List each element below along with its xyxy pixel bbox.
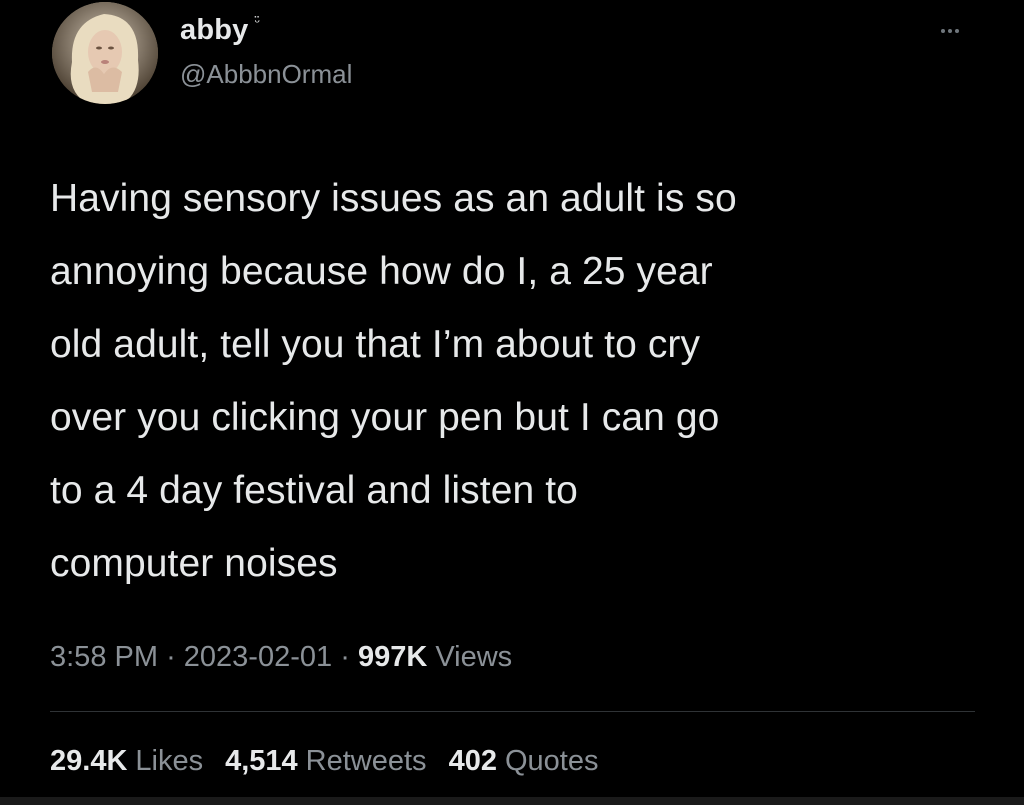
more-dot — [955, 29, 959, 33]
quotes-count: 402 — [448, 745, 497, 777]
meta-separator: · — [340, 641, 350, 673]
divider — [50, 711, 975, 712]
retweets-count: 4,514 — [225, 745, 298, 777]
retweets-stat[interactable]: 4,514 Retweets — [225, 741, 426, 781]
likes-count: 29.4K — [50, 745, 128, 777]
quotes-label: Quotes — [504, 745, 599, 777]
more-dot — [948, 29, 952, 33]
display-name-row: abby ᵕ̈ — [180, 10, 352, 50]
tweet-time[interactable]: 3:58 PM — [50, 641, 158, 673]
tweet-card: abby ᵕ̈ @AbbbnOrmal Having sensory issue… — [0, 0, 1024, 805]
more-options-button[interactable] — [930, 24, 970, 38]
tweet-meta: 3:58 PM · 2023-02-01 · 997K Views — [50, 637, 512, 677]
author-info: abby ᵕ̈ @AbbbnOrmal — [180, 10, 352, 92]
user-handle[interactable]: @AbbbnOrmal — [180, 56, 352, 92]
more-horizontal-icon — [941, 29, 945, 33]
display-name[interactable]: abby — [180, 10, 249, 50]
likes-stat[interactable]: 29.4K Likes — [50, 741, 203, 781]
likes-label: Likes — [135, 745, 204, 777]
retweets-label: Retweets — [305, 745, 427, 777]
views-label: Views — [435, 641, 513, 673]
avatar[interactable] — [52, 2, 158, 104]
tweet-date[interactable]: 2023-02-01 — [184, 641, 332, 673]
quotes-stat[interactable]: 402 Quotes — [449, 741, 599, 781]
meta-separator: · — [166, 641, 176, 673]
tweet-text: Having sensory issues as an adult is so … — [50, 177, 737, 585]
bottom-edge — [0, 797, 1024, 805]
name-emoji: ᵕ̈ — [254, 15, 261, 31]
avatar-photo — [52, 2, 158, 104]
views-count: 997K — [357, 641, 428, 673]
tweet-stats: 29.4K Likes 4,514 Retweets 402 Quotes — [50, 741, 598, 781]
